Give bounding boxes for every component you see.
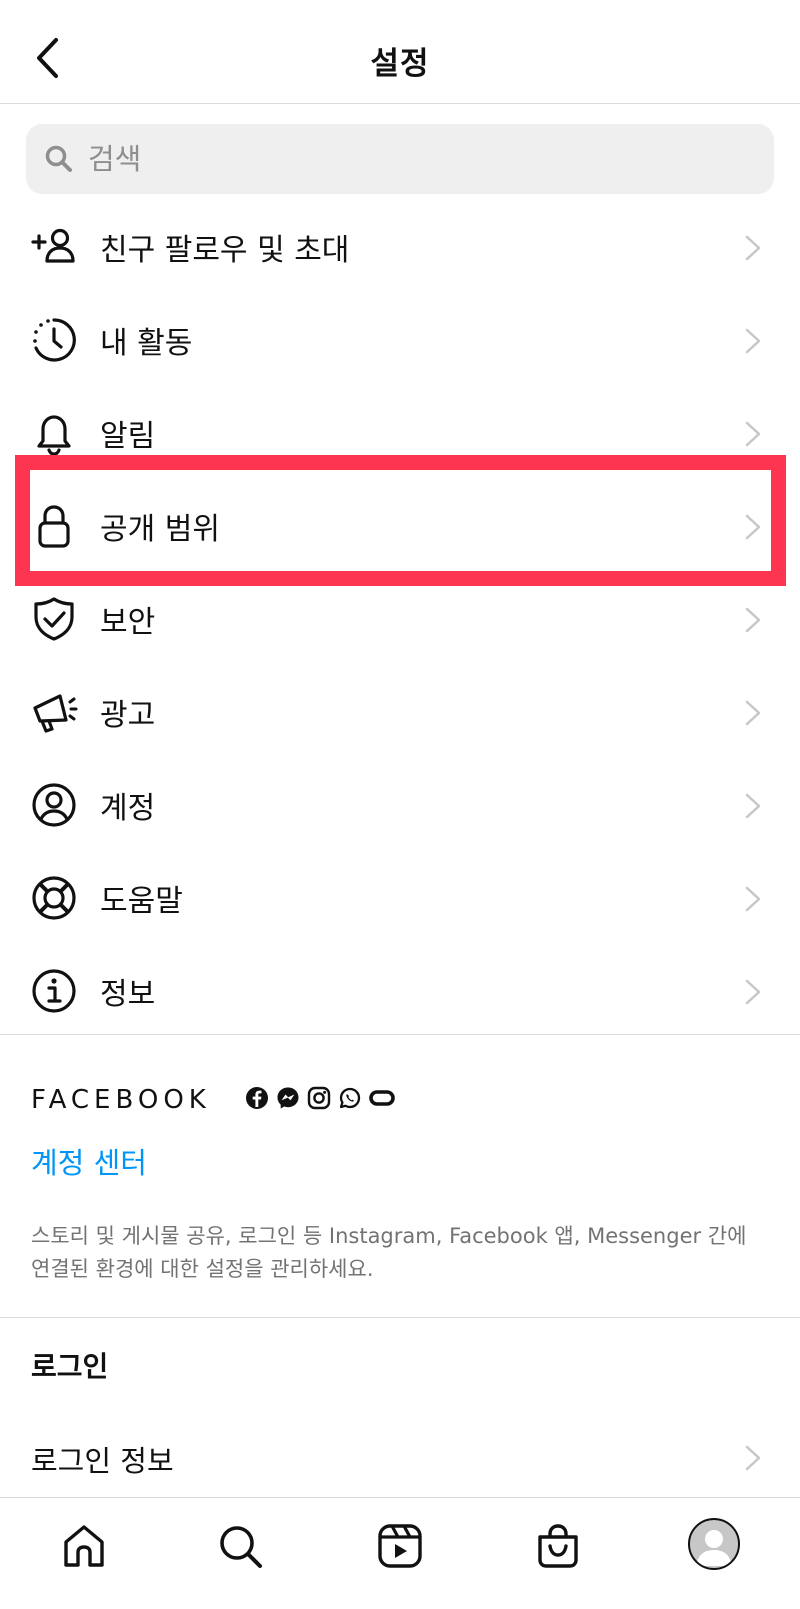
tab-profile[interactable] [688, 1518, 740, 1570]
facebook-brand-label: FACEBOOK [31, 1085, 211, 1115]
chevron-right-icon [745, 235, 761, 261]
menu-item-label: 친구 팔로우 및 초대 [100, 232, 350, 268]
menu-item-label: 내 활동 [100, 325, 193, 361]
reels-icon [378, 1524, 422, 1568]
menu-item-notifications[interactable]: 알림 [0, 386, 800, 479]
search-bar[interactable] [26, 124, 774, 194]
facebook-description: 스토리 및 게시물 공유, 로그인 등 Instagram, Facebook … [31, 1224, 747, 1281]
megaphone-icon [33, 694, 78, 733]
login-section-title: 로그인 [31, 1350, 109, 1383]
divider [0, 1034, 800, 1035]
menu-item-security[interactable]: 보안 [0, 572, 800, 665]
chevron-right-icon [745, 328, 761, 354]
add-person-icon [31, 228, 75, 263]
chevron-right-icon [745, 607, 761, 633]
menu-item-label: 보안 [100, 604, 156, 640]
oculus-icon [369, 1090, 395, 1106]
search-icon [220, 1526, 262, 1568]
instagram-icon [307, 1086, 331, 1110]
home-icon [64, 1525, 104, 1567]
shop-icon [538, 1524, 578, 1568]
settings-screen: 설정 친구 팔로우 및 초대 [0, 0, 800, 1609]
menu-item-account[interactable]: 계정 [0, 758, 800, 851]
whatsapp-icon [339, 1087, 361, 1109]
header: 설정 [0, 0, 800, 104]
login-info-item[interactable]: 로그인 정보 [0, 1410, 800, 1503]
chevron-right-icon [745, 514, 761, 540]
menu-item-label: 알림 [100, 418, 156, 454]
menu-item-label: 계정 [100, 790, 156, 826]
tab-home[interactable] [58, 1520, 110, 1572]
chevron-right-icon [745, 886, 761, 912]
chevron-right-icon [745, 793, 761, 819]
activity-clock-icon [33, 318, 76, 362]
divider [0, 1317, 800, 1318]
login-info-label: 로그인 정보 [31, 1444, 174, 1478]
menu-item-label: 정보 [100, 976, 156, 1012]
tab-search[interactable] [214, 1520, 266, 1572]
info-icon [32, 969, 76, 1013]
chevron-right-icon [745, 421, 761, 447]
lock-icon [38, 505, 70, 548]
account-circle-icon [32, 783, 76, 827]
search-input[interactable] [88, 142, 688, 176]
menu-item-my-activity[interactable]: 내 활동 [0, 293, 800, 386]
settings-menu: 친구 팔로우 및 초대 내 활동 알림 공개 범위 보안 광고 계정 도움말 정… [0, 200, 800, 1037]
bell-icon [37, 415, 71, 456]
tab-shop[interactable] [532, 1520, 584, 1572]
chevron-right-icon [745, 700, 761, 726]
page-title: 설정 [370, 46, 430, 82]
bottom-tab-bar [0, 1497, 800, 1609]
menu-item-about[interactable]: 정보 [0, 944, 800, 1037]
tab-reels[interactable] [374, 1520, 426, 1572]
menu-item-follow-invite[interactable]: 친구 팔로우 및 초대 [0, 200, 800, 293]
menu-item-help[interactable]: 도움말 [0, 851, 800, 944]
facebook-icon [246, 1087, 268, 1109]
menu-item-label: 도움말 [100, 883, 183, 919]
profile-avatar [688, 1518, 740, 1570]
menu-item-privacy[interactable]: 공개 범위 [0, 479, 800, 572]
shield-check-icon [34, 597, 74, 641]
meta-app-icons [245, 1086, 395, 1110]
chevron-right-icon [745, 1445, 761, 1471]
chevron-right-icon [745, 979, 761, 1005]
messenger-icon [277, 1087, 299, 1109]
default-avatar-icon [696, 1530, 732, 1566]
accounts-center-link[interactable]: 계정 센터 [31, 1140, 147, 1182]
menu-item-label: 공개 범위 [100, 511, 220, 547]
menu-item-label: 광고 [100, 697, 156, 733]
menu-item-ads[interactable]: 광고 [0, 665, 800, 758]
search-icon [45, 145, 72, 172]
lifebuoy-icon [32, 876, 76, 920]
